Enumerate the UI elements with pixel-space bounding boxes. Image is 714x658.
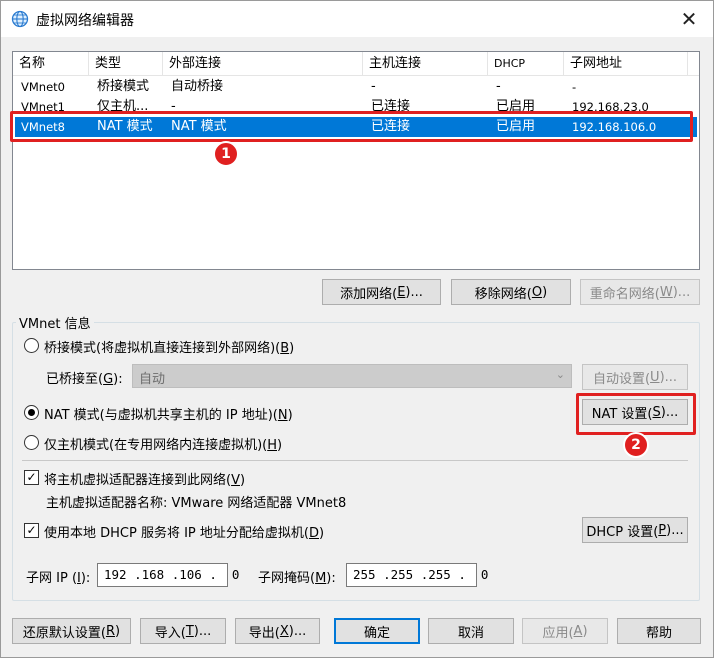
col-header-external[interactable]: 外部连接 xyxy=(163,52,363,76)
table-row[interactable]: VMnet0 桥接模式 自动桥接 - - - xyxy=(15,77,697,97)
annotation-badge-2: 2 xyxy=(623,432,649,458)
window-title: 虚拟网络编辑器 xyxy=(36,13,134,29)
help-button[interactable]: 帮助 xyxy=(617,618,701,644)
close-icon[interactable]: ✕ xyxy=(673,4,705,34)
subnet-mask-label: 子网掩码(M): xyxy=(258,571,336,586)
subnet-ip-label: 子网 IP (I): xyxy=(26,571,91,586)
title-bar: 虚拟网络编辑器 ✕ xyxy=(1,1,713,37)
rename-network-button[interactable]: 重命名网络(W)... xyxy=(580,279,700,305)
bridge-mode-radio[interactable] xyxy=(24,338,39,353)
annotation-highlight-row xyxy=(10,111,693,142)
subnet-mask-field[interactable]: 255 .255 .255 . 0 xyxy=(346,563,488,587)
nat-mode-label[interactable]: NAT 模式(与虚拟机共享主机的 IP 地址)(N) xyxy=(44,404,293,423)
ok-button[interactable]: 确定 xyxy=(334,618,420,644)
chevron-down-icon: ⌄ xyxy=(555,368,565,381)
bridged-to-select[interactable]: 自动 ⌄ xyxy=(132,364,572,388)
connect-adapter-checkbox[interactable]: ✓ xyxy=(24,470,39,485)
network-list[interactable]: 名称 类型 外部连接 主机连接 DHCP 子网地址 VMnet0 桥接模式 自动… xyxy=(12,51,700,270)
bridged-to-value: 自动 xyxy=(139,372,166,387)
adapter-name-text: 主机虚拟适配器名称: VMware 网络适配器 VMnet8 xyxy=(46,496,347,511)
col-header-dhcp[interactable]: DHCP xyxy=(488,52,564,76)
annotation-highlight-nat xyxy=(576,393,696,435)
apply-button[interactable]: 应用(A) xyxy=(522,618,608,644)
cell-type: 桥接模式 xyxy=(97,79,150,94)
use-dhcp-checkbox[interactable]: ✓ xyxy=(24,523,39,538)
list-header: 名称 类型 外部连接 主机连接 DHCP 子网地址 xyxy=(13,52,699,76)
auto-settings-button[interactable]: 自动设置(U)... xyxy=(582,364,688,390)
bridged-to-label: 已桥接至(G): xyxy=(46,372,123,387)
group-title: VMnet 信息 xyxy=(16,313,94,332)
col-header-subnet[interactable]: 子网地址 xyxy=(564,52,688,76)
add-network-button[interactable]: 添加网络(E)... xyxy=(322,279,441,305)
dhcp-settings-button[interactable]: DHCP 设置(P)... xyxy=(582,517,688,543)
cell-host: - xyxy=(371,79,376,94)
export-button[interactable]: 导出(X)... xyxy=(235,618,320,644)
cancel-button[interactable]: 取消 xyxy=(428,618,514,644)
use-dhcp-label[interactable]: 使用本地 DHCP 服务将 IP 地址分配给虚拟机(D) xyxy=(44,522,324,541)
import-button[interactable]: 导入(T)... xyxy=(140,618,226,644)
col-header-name[interactable]: 名称 xyxy=(13,52,89,76)
divider xyxy=(22,460,688,461)
bridge-mode-label[interactable]: 桥接模式(将虚拟机直接连接到外部网络)(B) xyxy=(44,337,294,356)
cell-name: VMnet0 xyxy=(21,80,65,94)
subnet-ip-field[interactable]: 192 .168 .106 . 0 xyxy=(97,563,239,587)
restore-defaults-button[interactable]: 还原默认设置(R) xyxy=(12,618,131,644)
connect-adapter-label[interactable]: 将主机虚拟适配器连接到此网络(V) xyxy=(44,469,245,488)
col-header-host[interactable]: 主机连接 xyxy=(363,52,488,76)
col-header-type[interactable]: 类型 xyxy=(89,52,163,76)
cell-external: 自动桥接 xyxy=(171,79,224,94)
nat-mode-radio[interactable] xyxy=(24,405,39,420)
host-only-radio[interactable] xyxy=(24,435,39,450)
cell-subnet: - xyxy=(572,80,577,94)
globe-network-icon xyxy=(11,10,29,28)
annotation-badge-1: 1 xyxy=(213,141,239,167)
remove-network-button[interactable]: 移除网络(O) xyxy=(451,279,571,305)
host-only-label[interactable]: 仅主机模式(在专用网络内连接虚拟机)(H) xyxy=(44,434,282,453)
cell-dhcp: - xyxy=(496,79,501,94)
